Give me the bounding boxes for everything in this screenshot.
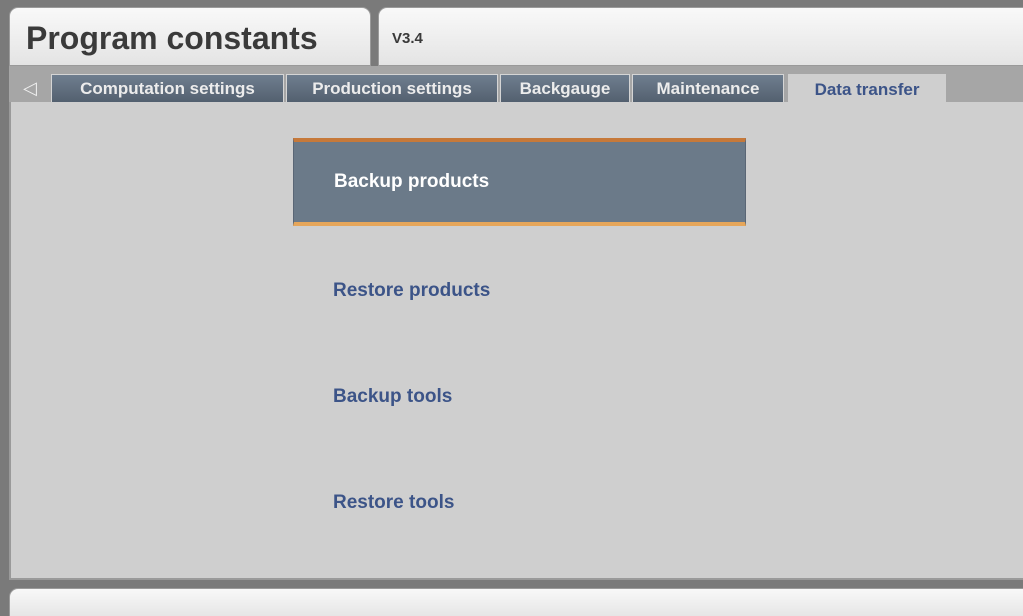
tab-production-settings[interactable]: Production settings bbox=[286, 74, 498, 102]
restore-tools-button[interactable]: Restore tools bbox=[293, 459, 746, 547]
page-title: Program constants bbox=[26, 20, 318, 56]
restore-products-button[interactable]: Restore products bbox=[293, 247, 746, 335]
version-label: V3.4 bbox=[392, 30, 423, 47]
tab-data-transfer[interactable]: Data transfer bbox=[788, 74, 946, 104]
status-bar bbox=[9, 588, 1023, 616]
tab-backgauge[interactable]: Backgauge bbox=[500, 74, 630, 102]
backup-products-button[interactable]: Backup products bbox=[293, 138, 746, 226]
tab-computation-settings[interactable]: Computation settings bbox=[51, 74, 284, 102]
version-panel: V3.4 bbox=[378, 7, 1023, 66]
tab-scroll-left-icon[interactable]: ◁ bbox=[9, 74, 51, 102]
title-panel: Program constants bbox=[9, 7, 371, 66]
backup-tools-button[interactable]: Backup tools bbox=[293, 353, 746, 441]
tab-maintenance[interactable]: Maintenance bbox=[632, 74, 784, 102]
